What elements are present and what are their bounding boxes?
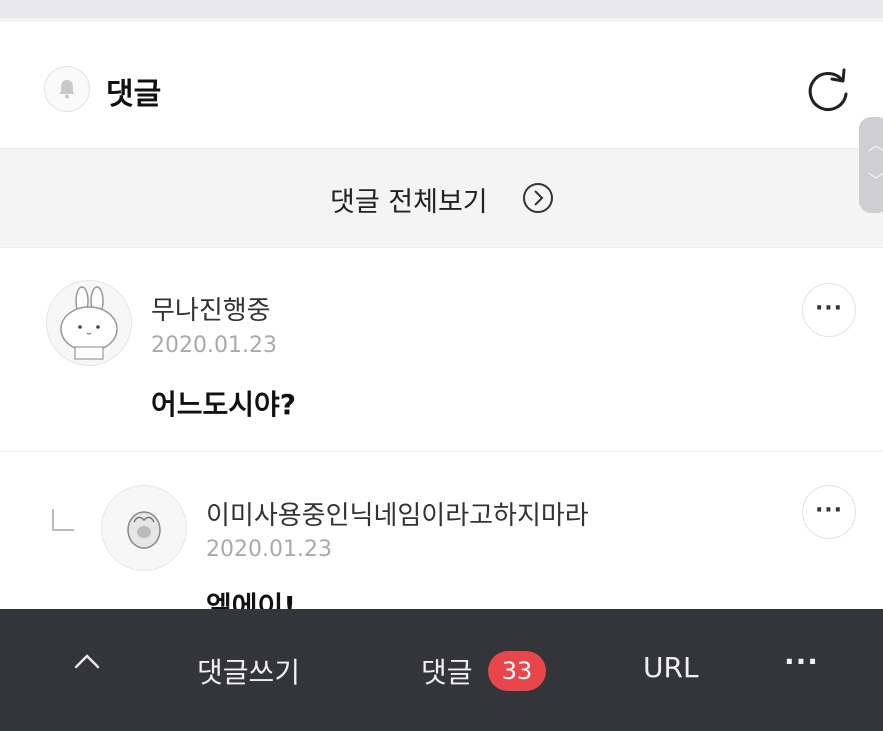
reply-arrow-icon: [52, 509, 74, 531]
chevron-down-icon: ﹀: [868, 171, 883, 190]
comment-date: 2020.01.23: [206, 537, 332, 562]
comment-count-badge: 33: [488, 651, 546, 691]
refresh-icon[interactable]: [802, 64, 854, 116]
write-comment-button[interactable]: 댓글쓰기: [197, 651, 300, 691]
comment-nickname[interactable]: 무나진행중: [151, 290, 271, 327]
bunny-avatar[interactable]: [46, 280, 132, 366]
chevron-right-circle-icon: [522, 182, 554, 218]
scroll-handle[interactable]: ︿ ﹀: [859, 117, 883, 213]
bottom-bar: 댓글쓰기 댓글 URL ···: [0, 609, 883, 731]
more-icon: ···: [814, 296, 844, 321]
url-button[interactable]: URL: [643, 651, 699, 684]
bell-icon[interactable]: [44, 66, 90, 112]
scroll-top-button[interactable]: [72, 647, 102, 684]
chevron-up-icon: [74, 654, 100, 669]
top-strip: [0, 0, 883, 22]
see-all-label: 댓글 전체보기: [330, 187, 488, 218]
comments-button[interactable]: 댓글: [421, 651, 473, 691]
comment-nickname[interactable]: 이미사용중인닉네임이라고하지마라: [206, 495, 589, 532]
comment-more-button[interactable]: ···: [802, 485, 856, 539]
character-avatar[interactable]: [101, 485, 187, 571]
more-menu-button[interactable]: ···: [784, 645, 819, 678]
comment-text: 어느도시야?: [151, 388, 297, 421]
comment-item: [0, 246, 883, 452]
comment-date: 2020.01.23: [151, 333, 277, 358]
chevron-up-icon: ︿: [868, 135, 883, 154]
comment-more-button[interactable]: ···: [802, 283, 856, 337]
see-all-comments-button[interactable]: 댓글 전체보기: [0, 148, 883, 248]
more-icon: ···: [814, 498, 844, 523]
header-title: 댓글: [106, 77, 162, 112]
